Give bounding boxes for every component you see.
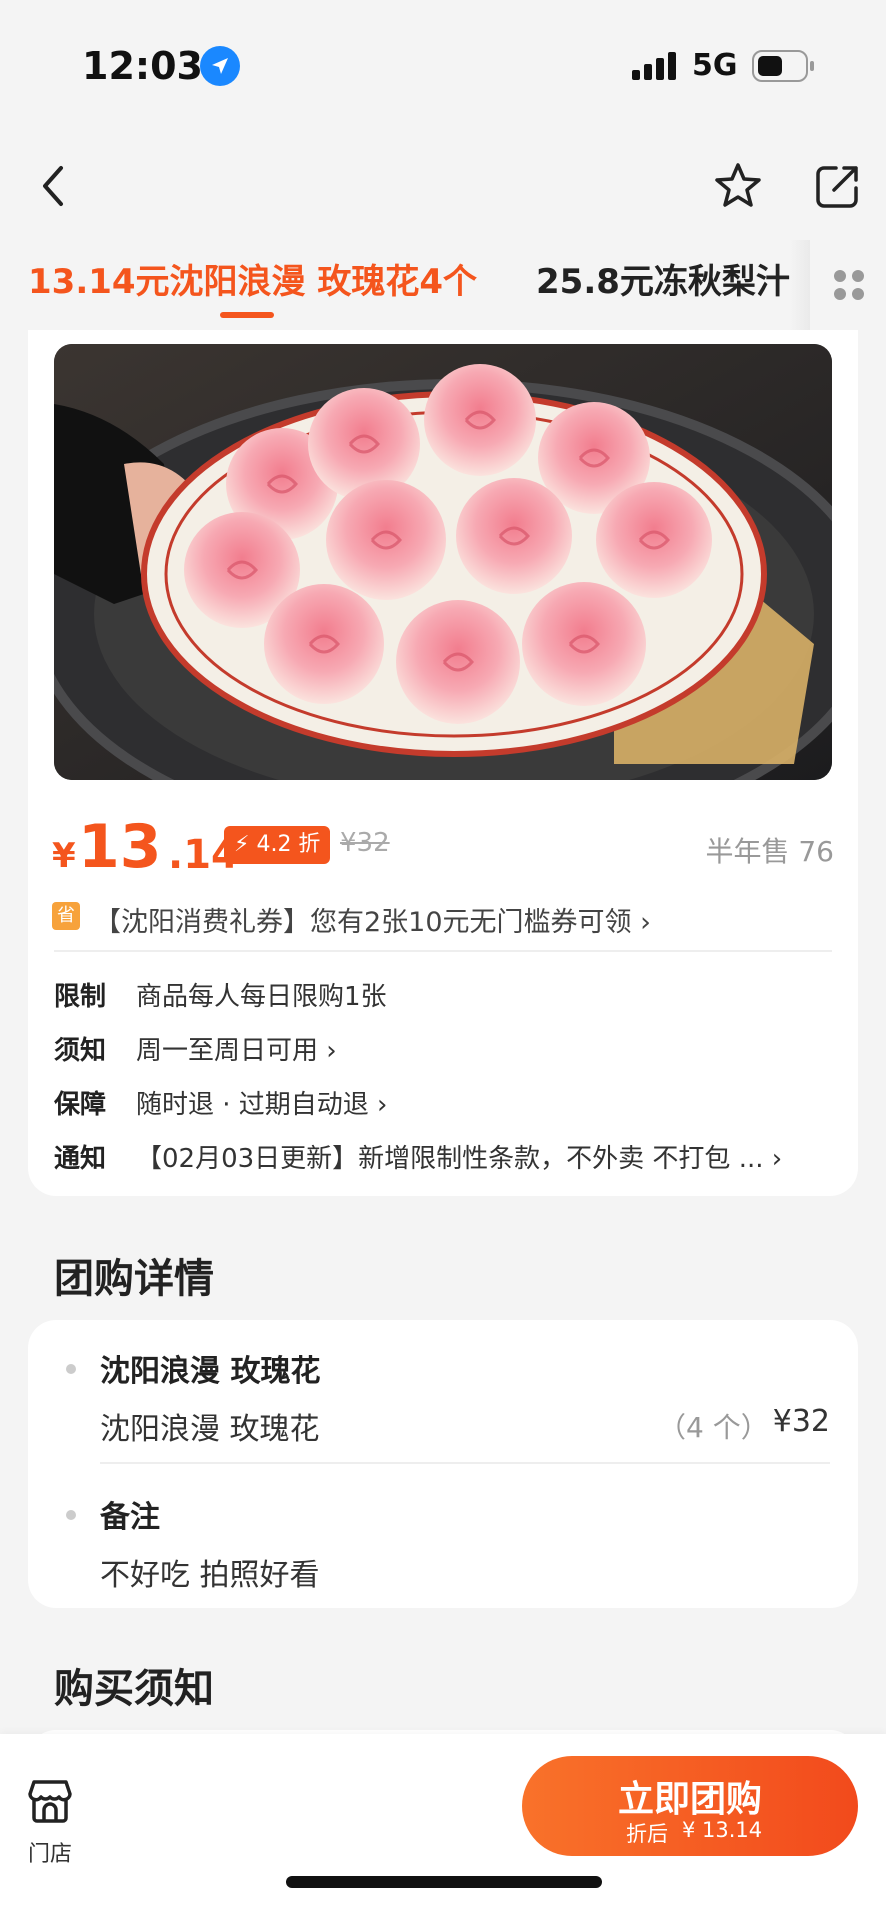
status-bar: 12:03 5G	[0, 0, 886, 130]
item-name: 沈阳浪漫 玫瑰花	[100, 1412, 320, 1447]
info-row-announcement[interactable]: 通知 【02月03日更新】新增限制性条款，不外卖 不打包 ... ›	[54, 1138, 844, 1182]
info-row-guarantee[interactable]: 保障 随时退 · 过期自动退 ›	[54, 1084, 844, 1128]
info-row-notice[interactable]: 须知 周一至周日可用 ›	[54, 1030, 844, 1074]
status-time: 12:03	[82, 44, 203, 88]
info-value: 周一至周日可用 ›	[136, 1036, 337, 1066]
buy-sub-prefix: 折后	[626, 1822, 668, 1846]
discount-text: 4.2 折	[256, 832, 321, 857]
info-label: 保障	[54, 1090, 107, 1120]
coupon-text: 【沈阳消费礼券】您有2张10元无门槛券可领 ›	[94, 907, 651, 938]
note-text: 不好吃 拍照好看	[100, 1558, 320, 1593]
buy-now-button[interactable]: 立即团购 折后 ¥ 13.14	[522, 1756, 858, 1856]
coupon-row[interactable]: 省 【沈阳消费礼券】您有2张10元无门槛券可领 ›	[52, 896, 834, 940]
store-label: 门店	[27, 1842, 72, 1867]
item-price: ¥32	[772, 1404, 830, 1439]
coupon-icon: 省	[52, 902, 80, 930]
store-icon	[28, 1778, 72, 1828]
battery-icon	[752, 50, 816, 86]
grid-icon[interactable]	[812, 240, 886, 330]
note-heading: 备注	[100, 1500, 160, 1535]
info-value: 商品每人每日限购1张	[136, 982, 387, 1012]
nav-bar	[0, 140, 886, 230]
star-icon[interactable]	[706, 154, 770, 218]
location-arrow-icon	[200, 46, 240, 86]
back-icon[interactable]	[22, 154, 86, 218]
divider	[54, 950, 832, 952]
divider	[100, 1462, 830, 1464]
info-value: 【02月03日更新】新增限制性条款，不外卖 不打包 ... ›	[136, 1144, 783, 1174]
discount-badge: ⚡ 4.2 折	[224, 826, 331, 864]
store-button[interactable]: 门店	[22, 1778, 78, 1874]
info-row-limit: 限制 商品每人每日限购1张	[54, 976, 844, 1020]
signal-icon	[632, 52, 678, 84]
info-value: 随时退 · 过期自动退 ›	[136, 1090, 388, 1120]
price-integer: 13	[78, 812, 162, 882]
share-icon[interactable]	[806, 154, 870, 218]
bullet	[66, 1364, 76, 1374]
group-detail-card: 沈阳浪漫 玫瑰花 沈阳浪漫 玫瑰花 （4 个） ¥32 备注 不好吃 拍照好看	[28, 1320, 858, 1608]
tab-rose-dumpling[interactable]: 13.14元沈阳浪漫 玫瑰花4个	[28, 254, 477, 303]
product-image[interactable]	[54, 344, 832, 780]
price-currency: ¥	[52, 836, 76, 876]
bottom-bar: 门店 立即团购 折后 ¥ 13.14	[0, 1734, 886, 1920]
home-indicator	[286, 1876, 602, 1888]
tab-active-indicator	[220, 312, 274, 318]
info-label: 须知	[54, 1036, 107, 1066]
bullet	[66, 1510, 76, 1520]
lightning-icon: ⚡	[234, 832, 250, 857]
item-heading: 沈阳浪漫 玫瑰花	[100, 1354, 321, 1389]
group-detail-title: 团购详情	[54, 1256, 214, 1302]
price-row: ¥ 13 .14 ⚡ 4.2 折 ¥32 半年售 76	[52, 812, 834, 882]
purchase-notice-title: 购买须知	[54, 1666, 214, 1712]
buy-sub-price: ¥ 13.14	[682, 1818, 763, 1842]
item-qty: （4 个）	[658, 1411, 769, 1444]
original-price: ¥32	[340, 828, 390, 858]
product-card: ¥ 13 .14 ⚡ 4.2 折 ¥32 半年售 76 省 【沈阳消费礼券】您有…	[28, 330, 858, 1196]
info-label: 限制	[54, 982, 107, 1012]
network-label: 5G	[692, 48, 738, 83]
sold-count: 半年售 76	[705, 835, 834, 868]
tab-pear-juice[interactable]: 25.8元冻秋梨汁	[536, 254, 790, 303]
buy-label: 立即团购	[617, 1779, 762, 1820]
info-label: 通知	[54, 1144, 107, 1174]
tab-fade	[790, 240, 810, 330]
deal-tabs: 13.14元沈阳浪漫 玫瑰花4个 25.8元冻秋梨汁	[0, 240, 886, 330]
